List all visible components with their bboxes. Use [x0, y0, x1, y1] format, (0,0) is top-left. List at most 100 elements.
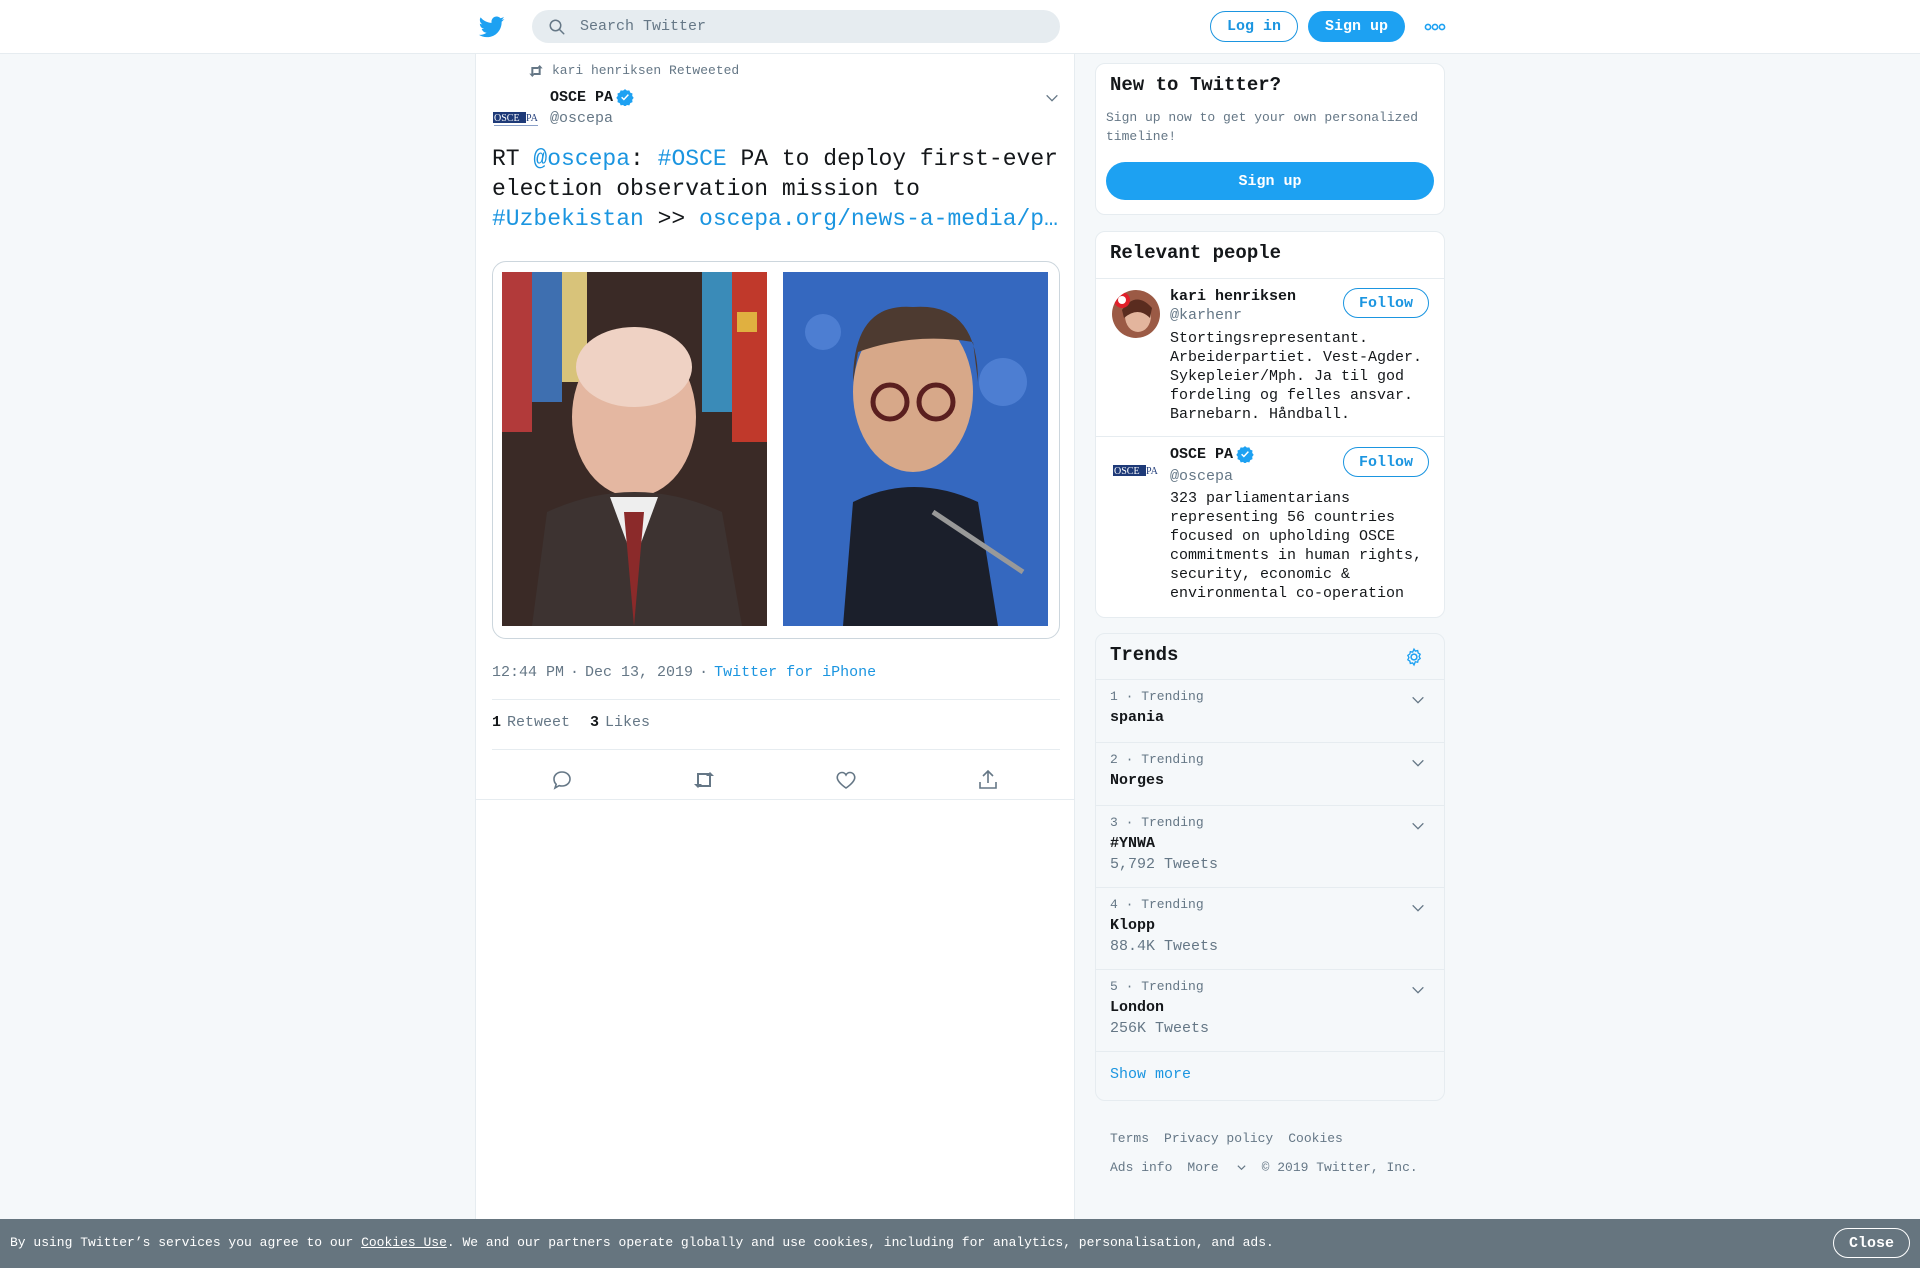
- retweets-stat[interactable]: 1 Retweet: [492, 714, 570, 731]
- search-bar[interactable]: [532, 10, 1060, 43]
- retweet-context: kari henriksen Retweeted: [528, 63, 739, 78]
- osce-logo-image: OSCE PA: [492, 111, 540, 126]
- retweet-action-icon[interactable]: [692, 768, 716, 792]
- person-card-karhenr[interactable]: kari henriksen @karhenr Stortingsreprese…: [1096, 278, 1444, 436]
- retweet-icon: [529, 64, 543, 77]
- footer-privacy-link[interactable]: Privacy policy: [1164, 1131, 1273, 1146]
- person-avatar[interactable]: OSCE PA: [1112, 447, 1160, 495]
- login-button[interactable]: Log in: [1210, 11, 1298, 42]
- chevron-down-icon[interactable]: [1410, 692, 1426, 708]
- retweeted-by-text[interactable]: kari henriksen Retweeted: [552, 63, 739, 78]
- follow-button[interactable]: Follow: [1343, 447, 1429, 477]
- svg-text:OSCE: OSCE: [1114, 466, 1140, 477]
- cookie-close-button[interactable]: Close: [1833, 1228, 1910, 1258]
- meta-separator: ·: [570, 664, 580, 681]
- verified-badge-icon: [1236, 446, 1254, 463]
- share-icon[interactable]: [976, 768, 1000, 792]
- trend-rank: 3 · Trending: [1110, 815, 1204, 830]
- author-handle[interactable]: @oscepa: [550, 110, 613, 127]
- divider: [492, 699, 1060, 700]
- new-to-twitter-desc: Sign up now to get your own personalized…: [1106, 110, 1419, 144]
- show-more-row: Show more: [1096, 1051, 1444, 1099]
- mention-link[interactable]: @oscepa: [533, 146, 630, 172]
- footer-more-link[interactable]: More: [1187, 1160, 1246, 1175]
- svg-text:OSCE: OSCE: [494, 113, 520, 124]
- footer-more-text: More: [1187, 1160, 1219, 1175]
- author-name[interactable]: OSCE PA: [550, 88, 634, 106]
- likes-label: Likes: [605, 714, 651, 731]
- trend-item[interactable]: 2 · Trending Norges: [1096, 742, 1444, 805]
- chevron-down-icon[interactable]: [1410, 818, 1426, 834]
- trend-rank: 5 · Trending: [1110, 979, 1204, 994]
- reply-icon[interactable]: [550, 768, 574, 792]
- tweet-source-link[interactable]: Twitter for iPhone: [714, 664, 876, 681]
- hashtag-osce-link[interactable]: #OSCE: [658, 146, 727, 172]
- photo-woman-speaking[interactable]: [783, 272, 1048, 626]
- likes-count: 3: [590, 714, 600, 731]
- author-name-text[interactable]: OSCE PA: [550, 89, 613, 106]
- person-handle[interactable]: @karhenr: [1170, 307, 1242, 324]
- chevron-down-icon[interactable]: [1410, 982, 1426, 998]
- trend-item[interactable]: 5 · Trending London 256K Tweets: [1096, 969, 1444, 1051]
- top-bar: Log in Sign up: [0, 0, 1920, 54]
- tweet-meta: 12:44 PM · Dec 13, 2019 · Twitter for iP…: [492, 664, 876, 681]
- signup-button[interactable]: Sign up: [1308, 11, 1405, 42]
- new-to-twitter-title: New to Twitter?: [1110, 74, 1282, 96]
- footer-terms-link[interactable]: Terms: [1110, 1131, 1149, 1146]
- search-input[interactable]: [580, 18, 1020, 35]
- footer-cookies-link[interactable]: Cookies: [1288, 1131, 1343, 1146]
- cookies-use-link[interactable]: Cookies Use: [361, 1235, 447, 1250]
- svg-text:PA: PA: [1146, 466, 1159, 477]
- tweet-stats: 1 Retweet 3 Likes: [492, 714, 650, 731]
- chevron-down-icon[interactable]: [1410, 755, 1426, 771]
- person-avatar[interactable]: [1112, 290, 1160, 338]
- sidebar-signup-button[interactable]: Sign up: [1106, 162, 1434, 200]
- footer-links-row1: Terms Privacy policy Cookies: [1110, 1131, 1358, 1146]
- trend-topic[interactable]: spania: [1110, 709, 1164, 726]
- person-name[interactable]: kari henriksen: [1170, 288, 1296, 305]
- trend-item[interactable]: 3 · Trending #YNWA 5,792 Tweets: [1096, 805, 1444, 887]
- verified-badge-icon: [616, 89, 634, 106]
- trend-topic[interactable]: London: [1110, 999, 1164, 1016]
- footer-ads-info-link[interactable]: Ads info: [1110, 1160, 1172, 1175]
- like-icon[interactable]: [834, 768, 858, 792]
- tweet-date[interactable]: Dec 13, 2019: [585, 664, 693, 681]
- media-card[interactable]: [492, 261, 1060, 639]
- gear-icon[interactable]: [1404, 647, 1424, 667]
- show-more-link[interactable]: Show more: [1110, 1066, 1191, 1083]
- trend-count: 88.4K Tweets: [1110, 938, 1219, 955]
- photo-man-speaking[interactable]: [502, 272, 767, 626]
- trend-topic[interactable]: #YNWA: [1110, 835, 1155, 852]
- trend-rank: 2 · Trending: [1110, 752, 1204, 767]
- person-name-text[interactable]: OSCE PA: [1170, 446, 1233, 463]
- relevant-people-card: Relevant people kari henriksen @karhenr …: [1095, 231, 1445, 618]
- more-dots-icon[interactable]: [1424, 20, 1446, 34]
- chevron-down-icon[interactable]: [1044, 90, 1060, 106]
- trend-rank: 4 · Trending: [1110, 897, 1204, 912]
- tweet-text: RT @oscepa: #OSCE PA to deploy first-eve…: [492, 144, 1062, 234]
- person-card-oscepa[interactable]: OSCE PA OSCE PA @oscepa 323 parliamentar…: [1096, 437, 1444, 617]
- cookie-suffix: . We and our partners operate globally a…: [446, 1235, 1274, 1250]
- retweets-count: 1: [492, 714, 502, 731]
- trend-item[interactable]: 1 · Trending spania: [1096, 679, 1444, 742]
- divider: [476, 799, 1074, 800]
- follow-button[interactable]: Follow: [1343, 288, 1429, 318]
- article-link[interactable]: oscepa.org/news-a-media/p…: [699, 206, 1058, 232]
- trend-topic[interactable]: Norges: [1110, 772, 1164, 789]
- trend-item[interactable]: 4 · Trending Klopp 88.4K Tweets: [1096, 887, 1444, 969]
- chevron-down-icon[interactable]: [1410, 900, 1426, 916]
- person-handle[interactable]: @oscepa: [1170, 468, 1233, 485]
- tweet-text-colon: :: [630, 146, 658, 172]
- chevron-down-icon: [1237, 1165, 1246, 1171]
- likes-stat[interactable]: 3 Likes: [590, 714, 650, 731]
- divider: [492, 749, 1060, 750]
- hashtag-uzbekistan-link[interactable]: #Uzbekistan: [492, 206, 644, 232]
- tweet-text-rt: RT: [492, 146, 534, 172]
- author-avatar[interactable]: OSCE PA: [492, 94, 540, 142]
- footer-copyright: © 2019 Twitter, Inc.: [1261, 1160, 1418, 1175]
- tweet-time[interactable]: 12:44 PM: [492, 664, 564, 681]
- twitter-logo-icon[interactable]: [478, 14, 506, 40]
- cookie-banner: By using Twitter’s services you agree to…: [0, 1219, 1920, 1268]
- trend-topic[interactable]: Klopp: [1110, 917, 1155, 934]
- person-name[interactable]: OSCE PA: [1170, 445, 1254, 463]
